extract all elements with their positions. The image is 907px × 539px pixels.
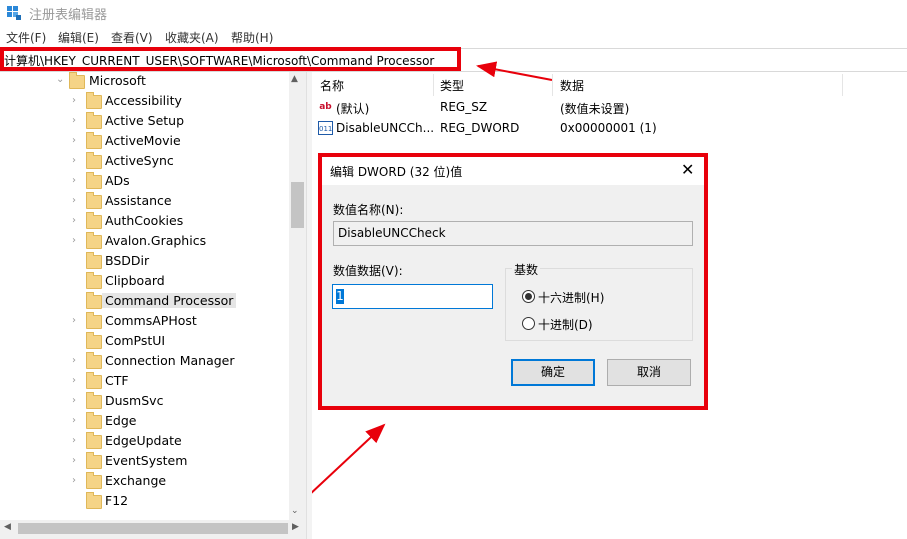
pane-splitter[interactable] — [306, 72, 312, 539]
registry-editor-icon — [7, 6, 21, 20]
folder-icon — [86, 252, 102, 269]
chevron-right-icon[interactable]: › — [72, 355, 76, 366]
tree-label: CTF — [105, 373, 129, 388]
scroll-down-icon[interactable]: ⌄ — [291, 506, 299, 516]
chevron-right-icon[interactable]: › — [72, 135, 76, 146]
tree-label: Accessibility — [105, 93, 182, 108]
folder-icon — [69, 72, 85, 89]
row-name: DisableUNCCh... — [336, 121, 435, 135]
scroll-left-icon[interactable]: ◀ — [4, 522, 11, 532]
folder-icon — [86, 292, 102, 309]
folder-icon — [86, 472, 102, 489]
tree-label: F12 — [105, 493, 129, 508]
scroll-right-icon[interactable]: ▶ — [292, 522, 299, 532]
menu-file[interactable]: 文件(F) — [6, 29, 46, 46]
folder-icon — [86, 492, 102, 509]
chevron-right-icon[interactable]: › — [72, 115, 76, 126]
column-header-type[interactable]: 类型 — [440, 77, 464, 94]
title-bar — [0, 0, 907, 26]
chevron-right-icon[interactable]: › — [72, 215, 76, 226]
tree-scroll-thumb[interactable] — [291, 182, 304, 228]
column-header-data[interactable]: 数据 — [560, 77, 584, 94]
folder-icon — [86, 412, 102, 429]
folder-icon — [86, 372, 102, 389]
folder-icon — [86, 392, 102, 409]
menu-bar: 文件(F) 编辑(E) 查看(V) 收藏夹(A) 帮助(H) — [0, 27, 907, 47]
tree-label: Command Processor — [102, 293, 237, 308]
horizontal-scroll-thumb[interactable] — [18, 523, 288, 534]
chevron-right-icon[interactable]: › — [72, 375, 76, 386]
row-type: REG_DWORD — [440, 121, 520, 135]
tree-label: EventSystem — [105, 453, 188, 468]
window-title: 注册表编辑器 — [29, 8, 108, 23]
row-data: 0x00000001 (1) — [560, 121, 657, 135]
folder-icon — [86, 352, 102, 369]
tree-label: ActiveMovie — [105, 133, 181, 148]
arrow-to-dialog — [307, 423, 386, 497]
column-separator[interactable] — [433, 74, 434, 96]
row-type: REG_SZ — [440, 100, 488, 114]
folder-icon — [86, 212, 102, 229]
tree-label: EdgeUpdate — [105, 433, 182, 448]
chevron-right-icon[interactable]: › — [72, 155, 76, 166]
menu-edit[interactable]: 编辑(E) — [58, 29, 99, 46]
chevron-right-icon[interactable]: › — [72, 415, 76, 426]
tree-label: Assistance — [105, 193, 172, 208]
chevron-right-icon[interactable]: › — [72, 475, 76, 486]
folder-icon — [86, 312, 102, 329]
tree-label: Exchange — [105, 473, 167, 488]
registry-tree: ⌄ Microsoft › Accessibility › Active Setup ›… — [0, 72, 306, 522]
tree-vertical-scrollbar[interactable] — [289, 72, 306, 520]
tree-label: AuthCookies — [105, 213, 184, 228]
tree-label: ActiveSync — [105, 153, 174, 168]
tree-label: CommsAPHost — [105, 313, 197, 328]
address-highlight-box — [0, 47, 461, 71]
column-separator[interactable] — [842, 74, 843, 96]
chevron-right-icon[interactable]: › — [72, 235, 76, 246]
binary-value-icon: 011 — [318, 121, 333, 135]
menu-favorites[interactable]: 收藏夹(A) — [165, 29, 219, 46]
folder-icon — [86, 92, 102, 109]
tree-label: Active Setup — [105, 113, 185, 128]
dialog-highlight-box — [318, 153, 708, 410]
folder-icon — [86, 272, 102, 289]
tree-label: Microsoft — [89, 73, 146, 88]
folder-icon — [86, 172, 102, 189]
folder-icon — [86, 192, 102, 209]
menu-view[interactable]: 查看(V) — [111, 29, 153, 46]
menu-help[interactable]: 帮助(H) — [231, 29, 273, 46]
chevron-right-icon[interactable]: › — [72, 95, 76, 106]
folder-icon — [86, 112, 102, 129]
row-name: (默认) — [336, 102, 370, 116]
tree-label: ComPstUI — [105, 333, 166, 348]
chevron-right-icon[interactable]: › — [72, 315, 76, 326]
folder-icon — [86, 452, 102, 469]
tree-label: Clipboard — [105, 273, 165, 288]
folder-icon — [86, 332, 102, 349]
folder-icon — [86, 132, 102, 149]
chevron-right-icon[interactable]: › — [72, 175, 76, 186]
tree-label: Connection Manager — [105, 353, 235, 368]
row-data: (数值未设置) — [560, 102, 630, 116]
chevron-right-icon[interactable]: › — [72, 435, 76, 446]
column-separator[interactable] — [552, 74, 553, 96]
tree-label: DusmSvc — [105, 393, 164, 408]
chevron-right-icon[interactable]: › — [72, 455, 76, 466]
tree-label: Edge — [105, 413, 137, 428]
scroll-up-icon[interactable]: ▲ — [291, 74, 298, 84]
folder-icon — [86, 152, 102, 169]
tree-label: ADs — [105, 173, 130, 188]
tree-label: BSDDir — [105, 253, 150, 268]
string-value-icon: ab — [319, 102, 332, 112]
chevron-right-icon[interactable]: › — [72, 395, 76, 406]
chevron-down-icon[interactable]: ⌄ — [56, 74, 64, 85]
folder-icon — [86, 232, 102, 249]
folder-icon — [86, 432, 102, 449]
chevron-right-icon[interactable]: › — [72, 195, 76, 206]
column-header-name[interactable]: 名称 — [320, 77, 344, 94]
tree-label: Avalon.Graphics — [105, 233, 207, 248]
